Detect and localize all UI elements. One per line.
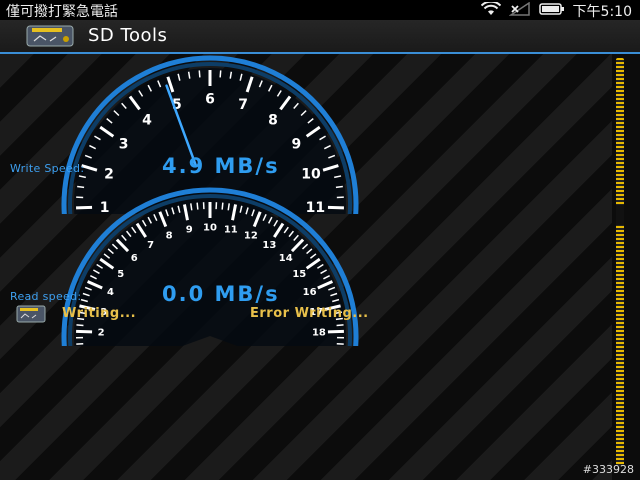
read-tick-label: 6 bbox=[131, 253, 138, 264]
read-major-tick bbox=[327, 329, 344, 334]
write-tick-label: 6 bbox=[205, 92, 215, 108]
watermark-text: #333928 bbox=[582, 463, 634, 476]
status-icons: 下午5:10 bbox=[480, 0, 632, 21]
write-tick-label: 8 bbox=[268, 112, 278, 128]
read-tick-label: 18 bbox=[312, 328, 326, 339]
read-minor-tick bbox=[190, 203, 193, 211]
read-minor-tick bbox=[336, 324, 344, 327]
no-signal-icon bbox=[508, 1, 531, 20]
write-minor-tick bbox=[198, 70, 201, 78]
read-speed-gauge: 01234567891011121314151617181920+ bbox=[61, 187, 359, 346]
read-tick-label: 9 bbox=[186, 225, 193, 236]
write-minor-tick bbox=[219, 70, 222, 78]
error-status: Error Writing... bbox=[250, 306, 369, 321]
read-tick-label: 10 bbox=[203, 223, 217, 234]
write-speed-value: 4.9 MB/s bbox=[162, 154, 280, 178]
read-tick-label: 15 bbox=[292, 269, 306, 280]
write-tick-label: 3 bbox=[119, 136, 129, 152]
scrollbar-divider bbox=[616, 205, 624, 225]
app-title: SD Tools bbox=[88, 25, 168, 46]
write-tick-label: 10 bbox=[301, 167, 321, 183]
write-speed-label: Write Speed: bbox=[10, 162, 85, 175]
battery-icon bbox=[538, 2, 565, 20]
carrier-text: 僅可撥打緊急電話 bbox=[6, 4, 118, 20]
read-tick-label: 12 bbox=[244, 230, 258, 241]
read-tick-label: 2 bbox=[98, 328, 105, 339]
wifi-icon bbox=[480, 0, 501, 20]
read-tick-label: 8 bbox=[166, 230, 173, 241]
sd-card-icon[interactable] bbox=[26, 25, 74, 47]
write-tick-label: 4 bbox=[142, 112, 152, 128]
clock-text: 下午5:10 bbox=[572, 4, 632, 20]
read-speed-value: 0.0 MB/s bbox=[162, 282, 280, 306]
read-tick-label: 16 bbox=[303, 287, 317, 298]
writing-status: Writing... bbox=[62, 306, 137, 321]
read-minor-tick bbox=[196, 202, 199, 210]
read-minor-tick bbox=[76, 324, 84, 327]
main-content: 0123456789101112+ Write Speed: 4.9 MB/s … bbox=[0, 54, 612, 480]
read-speed-label: Read speed: bbox=[10, 290, 82, 303]
sd-card-small-icon bbox=[16, 305, 46, 323]
read-tick-label: 5 bbox=[117, 269, 124, 280]
write-tick-label: 2 bbox=[104, 167, 114, 183]
status-bar: 僅可撥打緊急電話 下午5:10 bbox=[0, 0, 640, 20]
read-major-tick bbox=[76, 329, 93, 334]
scrollbar-thumb[interactable] bbox=[616, 58, 624, 466]
action-bar: SD Tools bbox=[0, 20, 640, 54]
write-tick-label: 9 bbox=[291, 136, 301, 152]
read-minor-tick bbox=[221, 202, 224, 210]
read-tick-label: 11 bbox=[224, 225, 238, 236]
read-tick-label: 4 bbox=[107, 287, 114, 298]
read-minor-tick bbox=[227, 203, 230, 211]
read-tick-label: 13 bbox=[262, 240, 276, 251]
read-tick-label: 7 bbox=[147, 240, 154, 251]
write-tick-label: 7 bbox=[238, 97, 248, 113]
read-tick-label: 14 bbox=[279, 253, 293, 264]
